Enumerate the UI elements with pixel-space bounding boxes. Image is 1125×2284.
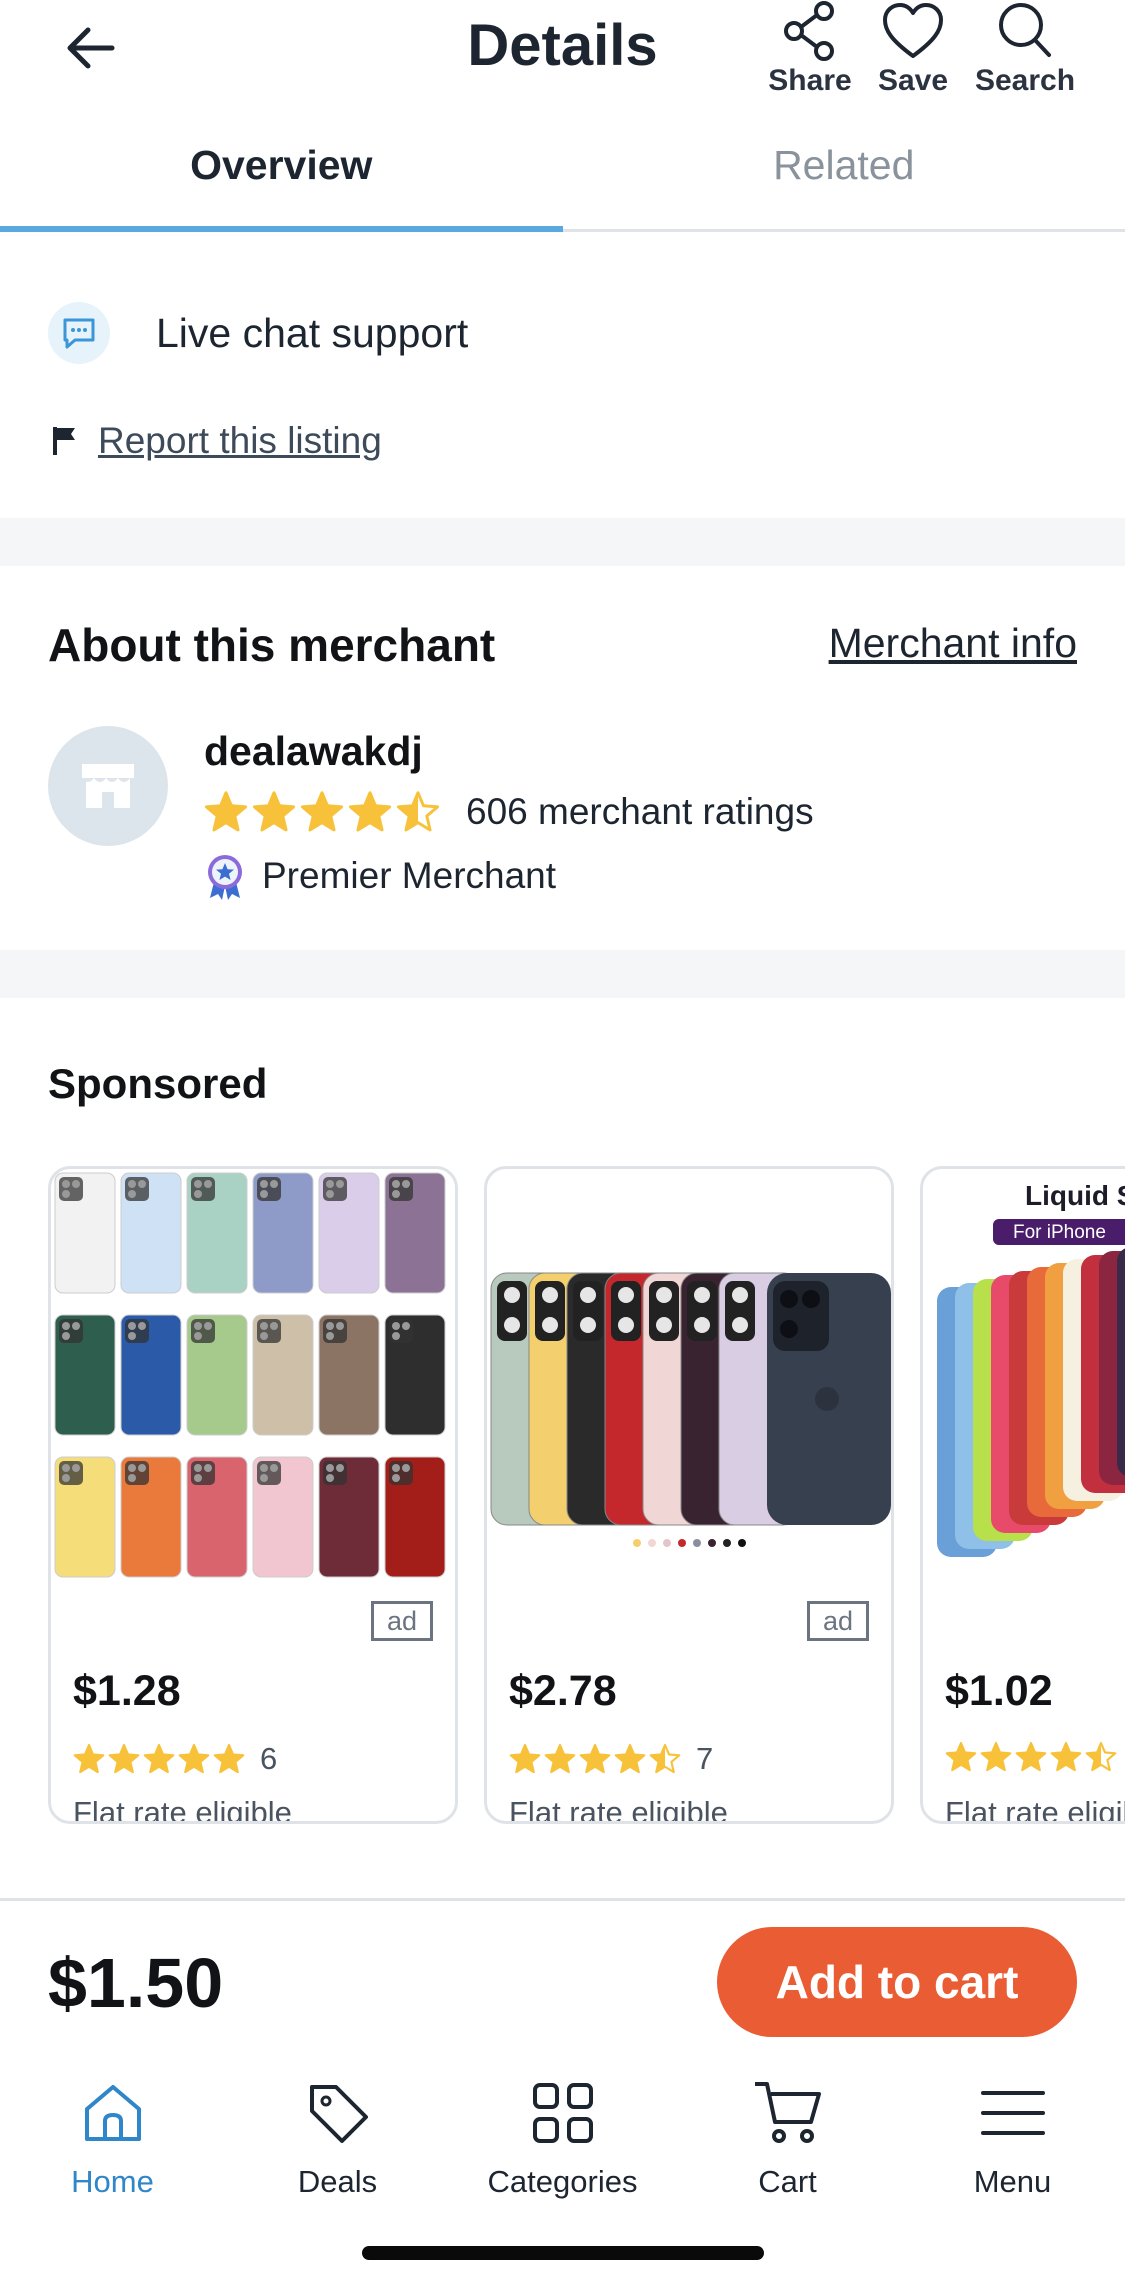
- ad-badge: ad: [371, 1601, 433, 1641]
- product-price: $2.78: [509, 1667, 617, 1715]
- image-subtext: For iPhone: [1013, 1222, 1106, 1243]
- tab-related[interactable]: Related: [563, 120, 1125, 229]
- shipping-label: Flat rate eligible: [945, 1795, 1125, 1824]
- nav-categories[interactable]: Categories: [450, 2056, 675, 2216]
- star-icon: [649, 1743, 681, 1774]
- star-icon: [1015, 1741, 1047, 1772]
- merchant-ratings-count: 606 merchant ratings: [466, 791, 814, 832]
- star-icon: [614, 1743, 646, 1774]
- star-icon: [980, 1741, 1012, 1772]
- tab-overview[interactable]: Overview: [0, 120, 563, 229]
- chat-icon: [48, 302, 110, 364]
- buy-bar: $1.50 Add to cart: [0, 1898, 1125, 2056]
- search-label: Search: [974, 64, 1076, 97]
- star-icon: [396, 791, 440, 832]
- ad-badge: ad: [807, 1601, 869, 1641]
- heart-icon: [883, 3, 943, 58]
- nav-deals[interactable]: Deals: [225, 2056, 450, 2216]
- merchant-star-rating: [204, 790, 444, 834]
- star-icon: [945, 1741, 977, 1772]
- share-label: Share: [768, 64, 852, 97]
- star-icon: [300, 791, 344, 832]
- sponsored-product-card[interactable]: ad $2.78 7 Flat rate eligible: [484, 1166, 894, 1824]
- nav-menu[interactable]: Menu: [900, 2056, 1125, 2216]
- product-price: $1.28: [73, 1667, 181, 1715]
- merchant-avatar[interactable]: [48, 726, 168, 846]
- home-indicator: [362, 2246, 764, 2260]
- add-to-cart-button[interactable]: Add to cart: [717, 1927, 1077, 2037]
- product-rating: [945, 1741, 1120, 1773]
- save-label: Save: [877, 64, 949, 97]
- product-rating: 6: [73, 1741, 277, 1777]
- nav-cart[interactable]: Cart: [675, 2056, 900, 2216]
- nav-categories-label: Categories: [487, 2164, 638, 2199]
- star-icon: [348, 791, 392, 832]
- nav-home[interactable]: Home: [0, 2056, 225, 2216]
- merchant-heading: About this merchant: [48, 619, 496, 671]
- merchant-rating: 606 merchant ratings: [204, 790, 814, 834]
- product-price: $1.02: [945, 1667, 1053, 1715]
- star-icon: [252, 791, 296, 832]
- live-chat-label: Live chat support: [156, 309, 469, 356]
- top-header: Details Share Save Search: [0, 0, 1125, 120]
- shipping-label: Flat rate eligible: [509, 1795, 728, 1824]
- star-icon: [143, 1743, 175, 1774]
- product-star-rating: [945, 1741, 1120, 1773]
- menu-icon: [980, 2091, 1045, 2135]
- merchant-name[interactable]: dealawakdj: [204, 728, 423, 775]
- star-icon: [544, 1743, 576, 1774]
- premier-merchant-badge: Premier Merchant: [204, 852, 556, 900]
- share-icon: [784, 1, 834, 61]
- star-icon: [509, 1743, 541, 1774]
- nav-menu-label: Menu: [973, 2164, 1052, 2199]
- premier-merchant-label: Premier Merchant: [262, 855, 557, 896]
- section-divider: [0, 950, 1125, 998]
- star-icon: [579, 1743, 611, 1774]
- sponsored-carousel[interactable]: ad $1.28 6 Flat rate eligible ad $2.78 7…: [48, 1166, 1125, 1826]
- product-star-rating: [73, 1743, 248, 1775]
- product-price-total: $1.50: [48, 1944, 224, 2022]
- star-icon: [1085, 1741, 1117, 1772]
- flag-icon: [53, 427, 75, 455]
- active-tab-indicator: [0, 226, 563, 232]
- cart-icon: [754, 2082, 821, 2143]
- storefront-icon: [82, 764, 134, 808]
- save-button[interactable]: Save: [858, 0, 968, 98]
- image-brand-text: Liquid S: [1025, 1180, 1125, 1211]
- bottom-nav: Home Deals Categories Cart Menu: [0, 2056, 1125, 2216]
- product-star-rating: [509, 1743, 684, 1775]
- shipping-label: Flat rate eligible: [73, 1795, 292, 1824]
- grid-icon: [532, 2083, 593, 2143]
- home-icon: [84, 2085, 141, 2141]
- star-icon: [178, 1743, 210, 1774]
- premier-badge-icon: [208, 855, 242, 900]
- rating-count: 6: [260, 1741, 278, 1776]
- product-image: [54, 1172, 446, 1578]
- live-chat-row[interactable]: Live chat support: [48, 302, 468, 364]
- report-listing-link[interactable]: Report this listing: [98, 420, 382, 462]
- share-button[interactable]: Share: [755, 0, 865, 98]
- nav-cart-label: Cart: [758, 2164, 817, 2199]
- nav-deals-label: Deals: [297, 2164, 378, 2199]
- tag-icon: [309, 2085, 368, 2143]
- star-icon: [108, 1743, 140, 1774]
- star-icon: [213, 1743, 245, 1774]
- product-image: Liquid S For iPhone: [937, 1180, 1125, 1557]
- tab-bar: Overview Related: [0, 120, 1125, 232]
- search-button[interactable]: Search: [970, 0, 1080, 98]
- sponsored-product-card[interactable]: Liquid S For iPhone $1.02 Flat rate elig…: [920, 1166, 1125, 1824]
- report-listing-row[interactable]: Report this listing: [52, 420, 382, 462]
- sponsored-product-card[interactable]: ad $1.28 6 Flat rate eligible: [48, 1166, 458, 1824]
- merchant-info-link[interactable]: Merchant info: [829, 620, 1077, 667]
- star-icon: [1050, 1741, 1082, 1772]
- section-divider: [0, 518, 1125, 566]
- rating-count: 7: [696, 1741, 714, 1776]
- star-icon: [204, 791, 248, 832]
- sponsored-heading: Sponsored: [48, 1060, 268, 1107]
- search-icon: [999, 3, 1051, 57]
- product-image: [490, 1272, 891, 1547]
- product-rating: 7: [509, 1741, 713, 1777]
- nav-home-label: Home: [71, 2164, 154, 2199]
- star-icon: [73, 1743, 105, 1774]
